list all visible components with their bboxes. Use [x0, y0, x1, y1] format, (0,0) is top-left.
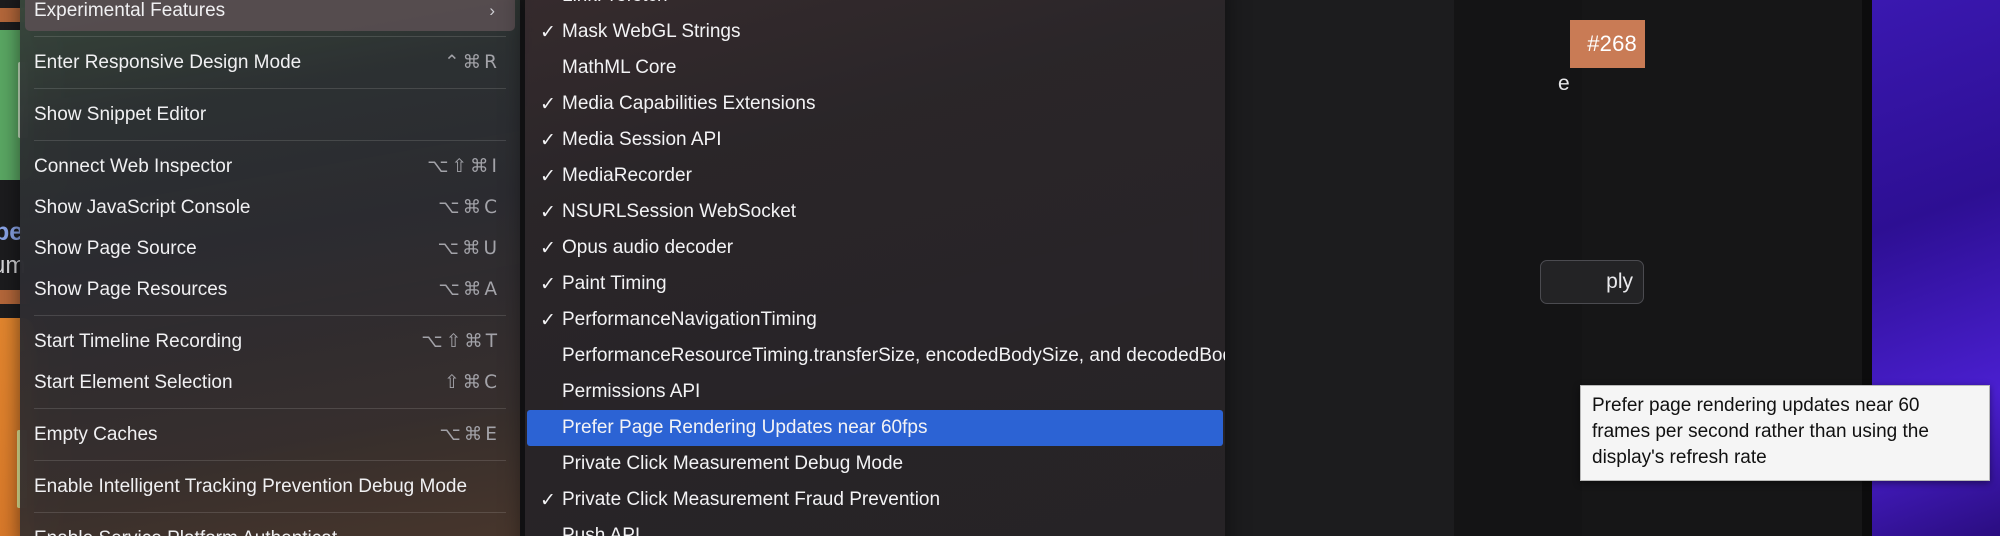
menu-item[interactable]: Show Snippet Editor: [20, 94, 520, 135]
tooltip: Prefer page rendering updates near 60 fr…: [1580, 385, 1990, 481]
submenu-item-label: PerformanceNavigationTiming: [562, 309, 817, 330]
menu-item[interactable]: Experimental Features ›: [25, 0, 515, 31]
menu-item-label: Show Page Source: [34, 237, 197, 259]
menu-item[interactable]: Show JavaScript Console ⌥⌘C: [20, 187, 520, 228]
submenu-item-label: Prefer Page Rendering Updates near 60fps: [562, 417, 928, 438]
submenu-item-label: Paint Timing: [562, 273, 667, 294]
develop-menu: Experimental Features › Enter Responsive D…: [20, 0, 520, 536]
menu-item[interactable]: Enable Service Platform Authenticat...: [20, 518, 520, 536]
checkmark-icon: ✓: [540, 21, 556, 43]
submenu-item[interactable]: ✓ Private Click Measurement Fraud Prevent…: [525, 482, 1225, 518]
menu-item-shortcut: ⌥⌘C: [438, 197, 500, 218]
menu-item-shortcut: ⌥⌘A: [438, 279, 500, 300]
menu-separator: [34, 36, 506, 37]
submenu-item[interactable]: LinkPrefetch: [525, 0, 1225, 14]
checkmark-icon: ✓: [540, 93, 556, 115]
menu-item[interactable]: Enable Intelligent Tracking Prevention D…: [20, 466, 520, 507]
develop-menu-list: Experimental Features › Enter Responsive D…: [20, 0, 520, 536]
menu-item-label: Show Snippet Editor: [34, 103, 207, 125]
submenu-item-label: Private Click Measurement Debug Mode: [562, 453, 904, 474]
checkmark-icon: ✓: [540, 273, 556, 295]
menu-separator: [34, 512, 506, 513]
experimental-features-list: LinkPrefetch ✓ Mask WebGL Strings MathML Co…: [525, 0, 1225, 536]
submenu-item-label: Media Capabilities Extensions: [562, 93, 816, 114]
menu-separator: [34, 315, 506, 316]
issue-count-badge: #268: [1570, 20, 1645, 68]
submenu-item[interactable]: Prefer Page Rendering Updates near 60fps: [527, 410, 1223, 446]
menu-item[interactable]: Start Timeline Recording ⌥⇧⌘T: [20, 321, 520, 362]
menu-item-shortcut: ⌥⌘E: [439, 424, 500, 445]
menu-item-shortcut: ⌥⌘U: [437, 238, 500, 259]
menu-item[interactable]: Show Page Resources ⌥⌘A: [20, 269, 520, 310]
menu-item-label: Show Page Resources: [34, 278, 228, 300]
submenu-item[interactable]: ✓ Opus audio decoder: [525, 230, 1225, 266]
submenu-item[interactable]: Private Click Measurement Debug Mode: [525, 446, 1225, 482]
submenu-item[interactable]: ✓ MediaRecorder: [525, 158, 1225, 194]
submenu-item-label: Permissions API: [562, 381, 701, 402]
checkmark-icon: ✓: [540, 129, 556, 151]
menu-item-shortcut: ⌥⇧⌘T: [421, 331, 500, 352]
submenu-item-label: Push API: [562, 525, 641, 536]
submenu-item[interactable]: ✓ PerformanceNavigationTiming: [525, 302, 1225, 338]
menu-item[interactable]: Empty Caches ⌥⌘E: [20, 414, 520, 455]
checkmark-icon: ✓: [540, 165, 556, 187]
menu-item-label: Enable Service Platform Authenticat...: [34, 528, 353, 536]
submenu-item[interactable]: Permissions API: [525, 374, 1225, 410]
menu-item[interactable]: Start Element Selection ⇧⌘C: [20, 362, 520, 403]
menu-item-label: Enter Responsive Design Mode: [34, 51, 302, 73]
submenu-item-label: NSURLSession WebSocket: [562, 201, 797, 222]
submenu-item[interactable]: Push API: [525, 518, 1225, 536]
submenu-item-label: PerformanceResourceTiming.transferSize, …: [562, 345, 1225, 366]
menu-item[interactable]: Show Page Source ⌥⌘U: [20, 228, 520, 269]
menu-item-label: Connect Web Inspector: [34, 155, 233, 177]
checkmark-icon: ✓: [540, 489, 556, 511]
menu-item-label: Experimental Features: [34, 0, 226, 21]
checkmark-icon: ✓: [540, 237, 556, 259]
menu-item-label: Show JavaScript Console: [34, 196, 251, 218]
chevron-right-icon: ›: [489, 0, 495, 20]
menu-separator: [34, 140, 506, 141]
submenu-item[interactable]: ✓ Mask WebGL Strings: [525, 14, 1225, 50]
submenu-item[interactable]: ✓ Media Capabilities Extensions: [525, 86, 1225, 122]
menu-separator: [34, 408, 506, 409]
submenu-item-label: MediaRecorder: [562, 165, 692, 186]
submenu-item-label: Mask WebGL Strings: [562, 21, 741, 42]
checkmark-icon: ✓: [540, 201, 556, 223]
menu-item-shortcut: ⌥⇧⌘I: [427, 156, 500, 177]
menu-separator: [34, 88, 506, 89]
submenu-item-label: Opus audio decoder: [562, 237, 734, 258]
menu-item-label: Empty Caches: [34, 423, 158, 445]
submenu-item[interactable]: ✓ NSURLSession WebSocket: [525, 194, 1225, 230]
menu-item-label: Enable Intelligent Tracking Prevention D…: [34, 475, 468, 497]
background-text-fragment: e: [1558, 72, 1570, 95]
submenu-item[interactable]: ✓ Media Session API: [525, 122, 1225, 158]
submenu-item[interactable]: MathML Core: [525, 50, 1225, 86]
menu-item-shortcut: ⇧⌘C: [444, 372, 500, 393]
screen: #268 e ply be um Experimental Features›E…: [0, 0, 2000, 536]
menu-item-label: Start Element Selection: [34, 371, 233, 393]
menu-item[interactable]: Connect Web Inspector ⌥⇧⌘I: [20, 146, 520, 187]
submenu-item-label: Media Session API: [562, 129, 722, 150]
menu-separator: [34, 460, 506, 461]
submenu-item-label: Private Click Measurement Fraud Preventi…: [562, 489, 941, 510]
menu-item-shortcut: ⌃⌘R: [444, 52, 500, 73]
submenu-item[interactable]: ✓ Paint Timing: [525, 266, 1225, 302]
experimental-features-submenu: LinkPrefetch ✓ Mask WebGL Strings MathML Co…: [525, 0, 1225, 536]
submenu-item-label: LinkPrefetch: [562, 0, 668, 7]
checkmark-icon: ✓: [540, 309, 556, 331]
menu-item[interactable]: Enter Responsive Design Mode ⌃⌘R: [20, 42, 520, 83]
apply-button[interactable]: ply: [1540, 260, 1644, 304]
submenu-item[interactable]: PerformanceResourceTiming.transferSize, …: [525, 338, 1225, 374]
menu-item-label: Start Timeline Recording: [34, 330, 243, 352]
submenu-item-label: MathML Core: [562, 57, 677, 78]
